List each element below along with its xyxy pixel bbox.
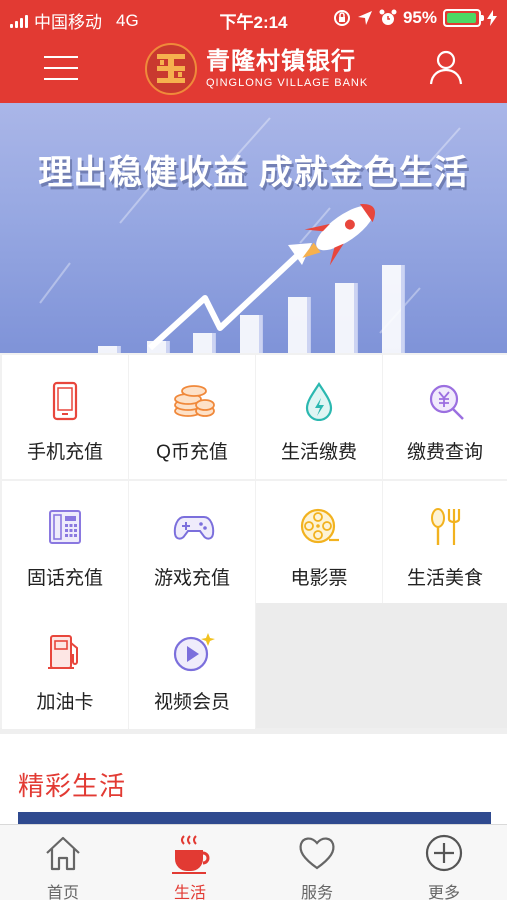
water-drop-icon bbox=[305, 382, 333, 421]
service-label: 游戏充值 bbox=[153, 568, 230, 589]
tab-label: 首页 bbox=[46, 885, 79, 900]
tab-label: 更多 bbox=[427, 885, 460, 900]
bank-emblem-icon bbox=[145, 43, 197, 95]
mobile-phone-icon bbox=[52, 381, 78, 421]
banner-slogan: 理出稳健收益 成就金色生活 bbox=[38, 154, 469, 192]
status-right: 95% bbox=[333, 8, 497, 28]
service-mobile-topup[interactable]: 手机充值 bbox=[2, 355, 128, 479]
user-button[interactable] bbox=[428, 48, 464, 86]
status-bar: 中国移动 4G 下午2:14 95% bbox=[0, 0, 507, 36]
user-icon bbox=[429, 50, 463, 85]
yuan-search-icon bbox=[429, 384, 464, 420]
gamepad-icon bbox=[173, 516, 215, 540]
bottom-tab-bar: 首页 生活 服务 更多 bbox=[0, 824, 507, 900]
menu-button[interactable] bbox=[44, 50, 78, 84]
service-movie-ticket[interactable]: 电影票 bbox=[256, 481, 382, 605]
screen-lock-icon bbox=[333, 10, 350, 26]
alarm-icon bbox=[379, 9, 397, 25]
service-label: 固话充值 bbox=[26, 568, 103, 589]
service-label: 加油卡 bbox=[36, 692, 94, 713]
bank-name: 青隆村镇银行 bbox=[206, 48, 356, 75]
service-qcoin-topup[interactable]: Q币充值 bbox=[129, 355, 255, 479]
service-food[interactable]: 生活美食 bbox=[383, 481, 507, 605]
battery-icon bbox=[443, 9, 484, 27]
charging-icon bbox=[487, 10, 497, 26]
service-label: Q币充值 bbox=[156, 442, 228, 463]
app-header: 青隆村镇银行 QINGLONG VILLAGE BANK bbox=[0, 36, 507, 103]
tab-label: 服务 bbox=[300, 885, 333, 900]
service-label: 手机充值 bbox=[26, 442, 103, 463]
grid-empty-area bbox=[256, 603, 507, 728]
service-label: 视频会员 bbox=[153, 692, 230, 713]
service-payment-query[interactable]: 缴费查询 bbox=[383, 355, 507, 479]
tab-home[interactable]: 首页 bbox=[0, 825, 126, 900]
video-play-icon bbox=[173, 633, 215, 672]
battery-percent: 95% bbox=[402, 8, 437, 27]
hamburger-menu-icon bbox=[44, 56, 78, 80]
service-video-membership[interactable]: 视频会员 bbox=[129, 605, 255, 729]
service-fuel-card[interactable]: 加油卡 bbox=[2, 605, 128, 729]
service-label: 缴费查询 bbox=[406, 442, 483, 463]
tab-more[interactable]: 更多 bbox=[381, 825, 507, 900]
featured-banner-preview[interactable] bbox=[18, 812, 491, 824]
service-game-topup[interactable]: 游戏充值 bbox=[129, 481, 255, 605]
growth-chart-illustration bbox=[39, 117, 461, 353]
bank-logo: 青隆村镇银行 QINGLONG VILLAGE BANK bbox=[144, 42, 368, 96]
coffee-cup-icon bbox=[172, 835, 210, 874]
service-label: 生活缴费 bbox=[280, 442, 357, 463]
featured-life-section: 精彩生活 bbox=[0, 734, 507, 824]
plus-circle-icon bbox=[425, 834, 463, 872]
bank-name-block: 青隆村镇银行 QINGLONG VILLAGE BANK bbox=[206, 48, 368, 90]
spoon-fork-icon bbox=[431, 508, 461, 545]
coins-icon bbox=[174, 385, 215, 417]
fuel-pump-icon bbox=[48, 635, 78, 669]
location-icon bbox=[357, 11, 372, 25]
tab-label: 生活 bbox=[173, 885, 206, 900]
section-title: 精彩生活 bbox=[18, 771, 127, 801]
promo-banner[interactable]: 理出稳健收益 成就金色生活 bbox=[0, 103, 507, 353]
service-utility-payment[interactable]: 生活缴费 bbox=[256, 355, 382, 479]
tab-life[interactable]: 生活 bbox=[127, 825, 253, 900]
service-label: 电影票 bbox=[290, 568, 348, 589]
bank-name-en: QINGLONG VILLAGE BANK bbox=[206, 77, 369, 89]
service-label: 生活美食 bbox=[406, 568, 483, 589]
services-grid: 手机充值 Q币充值 生活缴费 缴费查询 固话充值 游戏充值 电影票 生活美食 加… bbox=[0, 353, 507, 729]
tab-service[interactable]: 服务 bbox=[254, 825, 380, 900]
heart-icon bbox=[299, 837, 335, 870]
home-icon bbox=[46, 836, 80, 871]
film-reel-icon bbox=[300, 508, 339, 544]
service-landline-topup[interactable]: 固话充值 bbox=[2, 481, 128, 605]
landline-phone-icon bbox=[49, 510, 81, 544]
